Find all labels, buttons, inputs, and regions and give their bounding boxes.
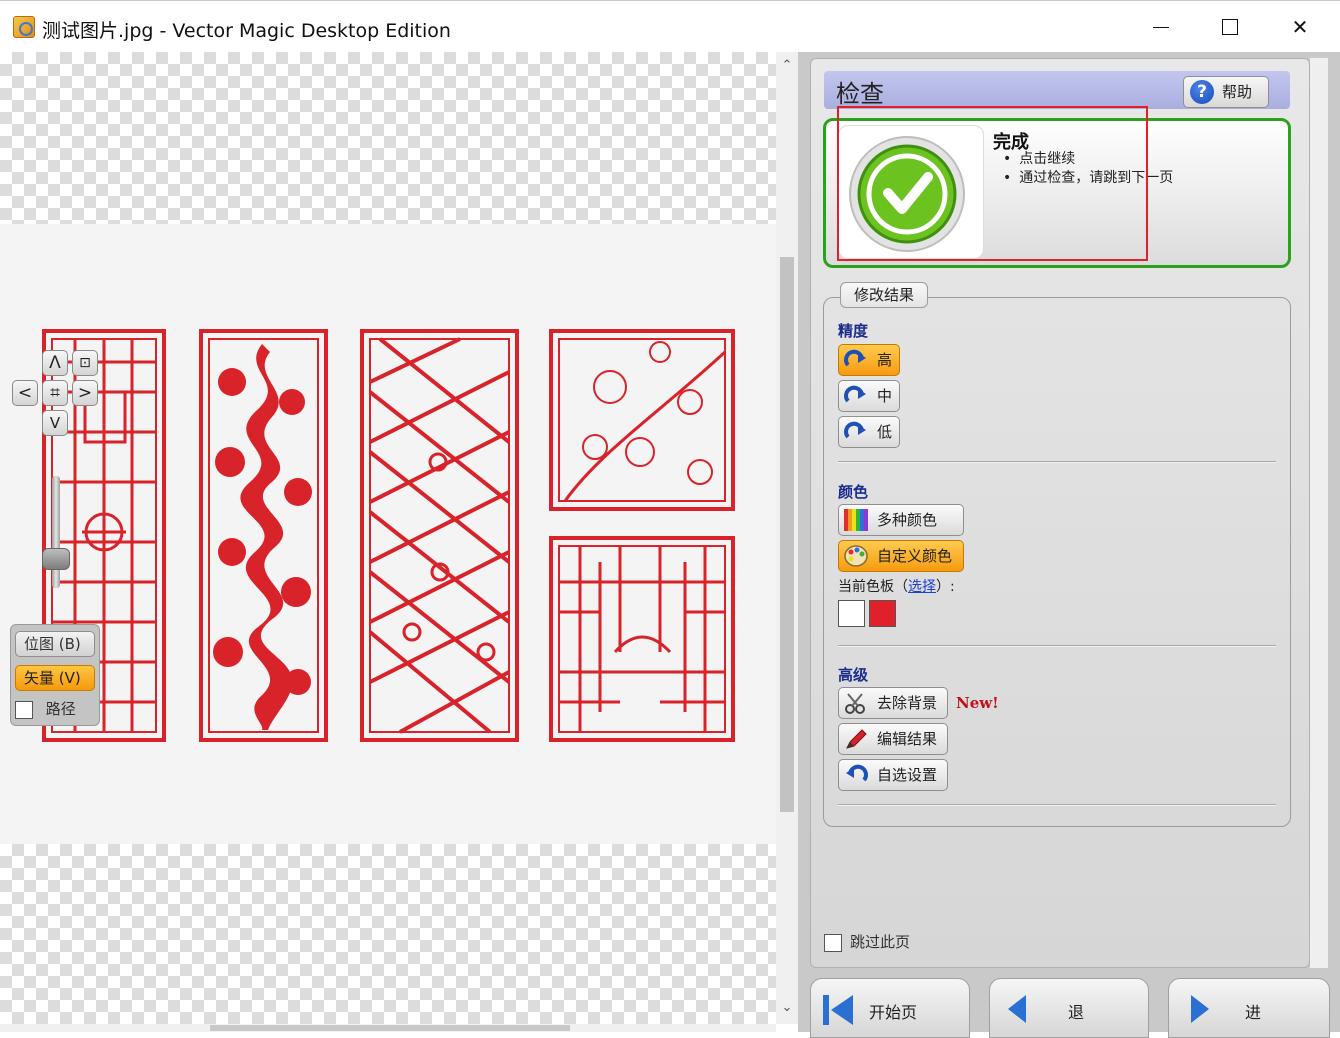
highlight-annotation-box: [837, 106, 1148, 261]
section-divider: [838, 645, 1276, 647]
canvas-horizontal-scrollbar[interactable]: [0, 1024, 776, 1032]
pan-right-button[interactable]: >: [72, 380, 98, 406]
bitmap-view-button[interactable]: 位图 (B): [15, 631, 95, 657]
palette-swatch-red[interactable]: [869, 600, 896, 627]
maximize-button[interactable]: [1200, 7, 1260, 47]
zoom-slider-handle[interactable]: [42, 548, 70, 570]
redo-arrow-icon: [844, 421, 866, 439]
back-button[interactable]: 退: [989, 978, 1149, 1038]
redo-arrow-icon: [844, 385, 866, 403]
vector-magic-app-icon: [13, 16, 35, 38]
back-label: 退: [1068, 1003, 1085, 1022]
precision-low-label: 低: [877, 423, 893, 441]
fit-view-icon[interactable]: ⊡: [72, 350, 98, 376]
diagonal-lattice-panel-3: [360, 329, 519, 742]
paint-palette-icon: [844, 545, 868, 567]
palette-paren-close: ）:: [936, 579, 955, 595]
edit-results-label: 编辑结果: [877, 730, 938, 748]
custom-color-label: 自定义颜色: [877, 547, 953, 565]
next-arrow-icon: [1191, 995, 1209, 1023]
center-view-icon[interactable]: ⌗: [42, 380, 68, 406]
start-page-button[interactable]: 开始页: [810, 978, 970, 1038]
paths-checkbox[interactable]: [15, 700, 33, 719]
skip-page-label: 跳过此页: [850, 933, 911, 951]
precision-medium-label: 中: [877, 387, 893, 405]
minimize-button[interactable]: [1131, 7, 1191, 47]
undo-arrow-icon: [846, 764, 868, 782]
panel-scrollbar[interactable]: [1310, 58, 1328, 968]
window-title: 测试图片.jpg - Vector Magic Desktop Edition: [42, 20, 451, 42]
scrollbar-thumb[interactable]: [780, 257, 794, 812]
precision-high-button[interactable]: 高: [838, 344, 900, 376]
scroll-up-arrow-icon[interactable]: ⌃: [781, 59, 793, 72]
pen-edit-icon: [846, 729, 867, 749]
precision-label: 精度: [838, 322, 869, 340]
canvas-vertical-scrollbar[interactable]: ⌃ ⌄: [776, 52, 798, 1024]
palette-swatch-white[interactable]: [838, 600, 865, 627]
custom-color-button[interactable]: 自定义颜色: [838, 540, 964, 572]
zoom-slider-track[interactable]: [52, 476, 60, 588]
pan-left-button[interactable]: <: [12, 380, 38, 406]
custom-settings-label: 自选设置: [877, 766, 938, 784]
start-page-label: 开始页: [869, 1003, 918, 1022]
paths-label: 路径: [45, 700, 76, 718]
app-window: 测试图片.jpg - Vector Magic Desktop Edition …: [0, 0, 1340, 1038]
preview-canvas[interactable]: Λ ⊡ < ⌗ > V: [0, 52, 776, 1024]
scroll-down-arrow-icon[interactable]: ⌄: [781, 1001, 793, 1014]
view-mode-panel: 位图 (B) 矢量 (V) 路径: [10, 624, 100, 726]
section-divider: [838, 804, 1276, 806]
remove-background-label: 去除背景: [877, 694, 938, 712]
redo-arrow-icon: [844, 349, 866, 367]
custom-settings-button[interactable]: 自选设置: [838, 759, 948, 791]
skip-page-row[interactable]: 跳过此页: [824, 931, 910, 952]
current-palette-label: 当前色板（选择）:: [838, 576, 955, 596]
section-divider: [838, 461, 1276, 463]
palette-paren-open: （: [894, 579, 908, 595]
multi-color-label: 多种颜色: [877, 511, 938, 529]
modify-results-label: 修改结果: [840, 282, 928, 308]
next-label: 进: [1245, 1003, 1262, 1022]
precision-medium-button[interactable]: 中: [838, 380, 900, 412]
horizontal-scrollbar-thumb[interactable]: [210, 1025, 570, 1031]
color-label: 颜色: [838, 483, 869, 501]
paths-toggle-row[interactable]: 路径: [15, 697, 95, 721]
vector-view-button[interactable]: 矢量 (V): [15, 665, 95, 691]
vectorized-preview-image: [42, 329, 735, 742]
scissors-icon: [845, 693, 865, 714]
rainbow-palette-icon: [844, 509, 868, 531]
remove-background-button[interactable]: 去除背景: [838, 687, 948, 719]
precision-high-label: 高: [877, 351, 893, 369]
new-feature-badge: New!: [956, 694, 999, 712]
swirl-panel-4: [549, 329, 735, 511]
first-page-icon: [823, 995, 853, 1025]
back-arrow-icon: [1008, 995, 1026, 1023]
pan-down-button[interactable]: V: [42, 410, 68, 436]
help-question-icon[interactable]: ?: [1190, 80, 1214, 104]
choose-palette-link[interactable]: 选择: [908, 579, 936, 595]
edit-results-button[interactable]: 编辑结果: [838, 723, 948, 755]
step-title: 检查: [836, 80, 884, 108]
palette-label-text: 当前色板: [838, 579, 894, 595]
next-button[interactable]: 进: [1168, 978, 1330, 1038]
advanced-label: 高级: [838, 666, 869, 684]
lattice-panel-5: [549, 536, 735, 742]
title-bar: 测试图片.jpg - Vector Magic Desktop Edition …: [0, 0, 1340, 52]
pan-up-button[interactable]: Λ: [42, 350, 68, 376]
multi-color-button[interactable]: 多种颜色: [838, 504, 964, 536]
precision-low-button[interactable]: 低: [838, 416, 900, 448]
close-button[interactable]: ✕: [1270, 7, 1330, 47]
skip-page-checkbox[interactable]: [824, 933, 842, 952]
